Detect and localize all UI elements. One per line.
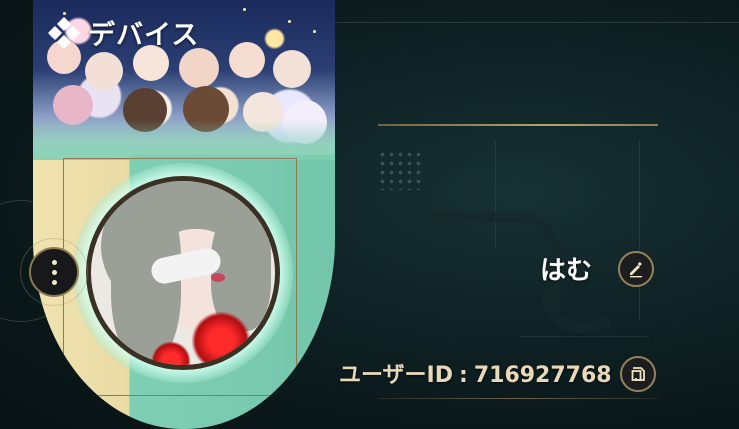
banner-character xyxy=(85,52,123,90)
avatar-flower xyxy=(151,341,191,365)
banner-character xyxy=(273,50,311,88)
gold-divider xyxy=(378,124,658,126)
more-options-button[interactable] xyxy=(29,247,79,297)
decorative-line xyxy=(520,336,649,337)
profile-screen: デバイス はむ ユーザーID : 716927768 xyxy=(0,0,739,429)
banner-fade xyxy=(33,120,335,160)
user-id-label: ユーザーID xyxy=(339,363,454,388)
decorative-line xyxy=(639,140,640,320)
sparkle xyxy=(313,30,316,33)
banner-character xyxy=(53,85,93,125)
copy-user-id-button[interactable] xyxy=(620,356,656,392)
profile-card[interactable] xyxy=(33,0,335,429)
banner-character xyxy=(229,42,265,78)
edit-name-button[interactable] xyxy=(618,251,654,287)
user-id-separator: : xyxy=(459,363,468,388)
diamond-grid-icon xyxy=(47,16,81,49)
more-vertical-icon xyxy=(51,259,57,265)
sparkle xyxy=(288,20,291,23)
avatar-eye xyxy=(211,273,225,282)
pencil-icon xyxy=(630,261,642,278)
avatar[interactable] xyxy=(86,176,280,370)
copy-icon xyxy=(631,367,645,381)
sparkle xyxy=(243,8,246,11)
banner-character xyxy=(179,48,219,88)
decorative-line xyxy=(335,22,739,23)
user-id-row: ユーザーID : 716927768 xyxy=(339,357,612,389)
more-vertical-icon xyxy=(51,279,57,285)
avatar-flower xyxy=(191,311,251,365)
user-id-underline xyxy=(378,398,658,399)
more-vertical-icon xyxy=(51,269,57,275)
section-header: デバイス xyxy=(47,13,200,52)
user-id-value: 716927768 xyxy=(473,363,612,388)
dot-grid-decoration xyxy=(378,150,422,190)
section-title: デバイス xyxy=(88,20,200,51)
username: はむ xyxy=(540,256,593,286)
